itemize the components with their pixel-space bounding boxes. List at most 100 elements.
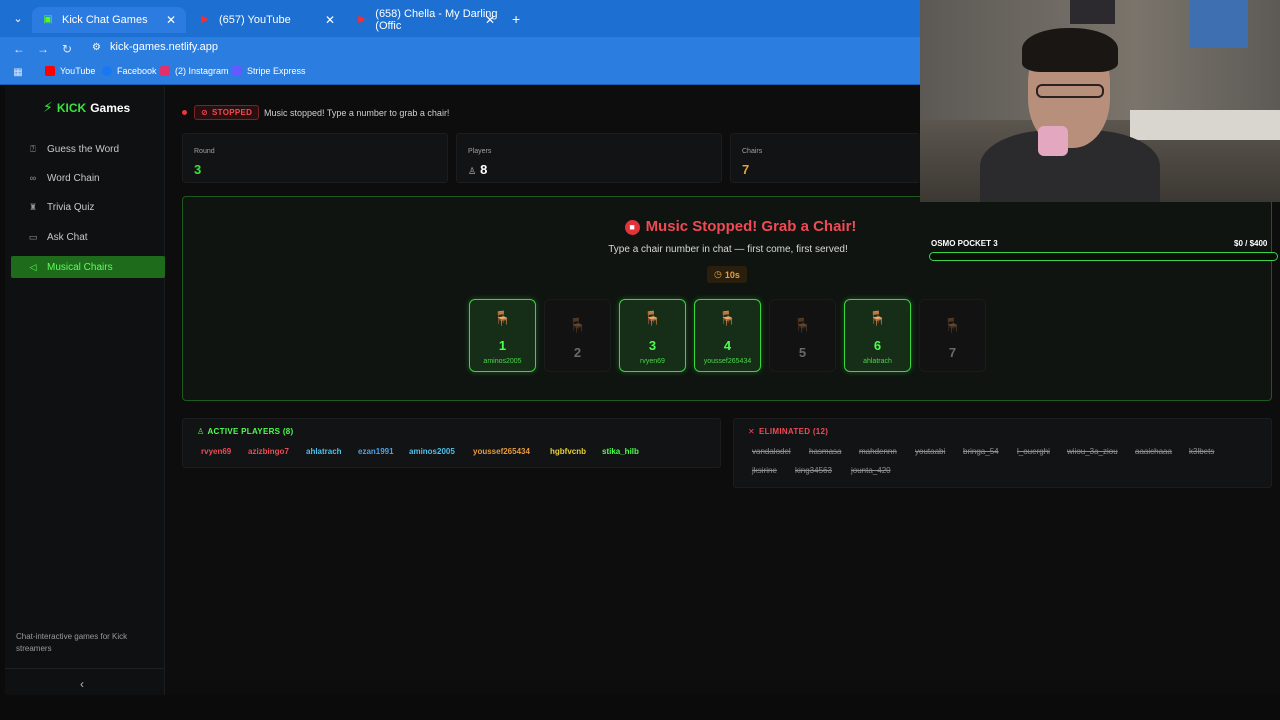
close-tab-icon[interactable]: ✕ [166, 13, 176, 27]
game-title: ■ Music Stopped! Grab a Chair! [183, 218, 1280, 235]
chair-2: 🪑 2 [544, 299, 611, 372]
chair-icon: 🪑 [643, 310, 662, 326]
active-player: youssef265434 [473, 447, 530, 456]
lightning-icon: ⚡ [43, 99, 53, 115]
chair-4: 🪑 4 youssef265434 [694, 299, 761, 372]
chair-icon: 🪑 [493, 310, 512, 326]
forward-icon[interactable]: → [35, 41, 51, 57]
webcam-poster [1070, 0, 1115, 24]
close-tab-icon[interactable]: ✕ [325, 13, 335, 27]
webcam-microphone [1038, 126, 1068, 156]
stat-card-round: Round 3 [182, 133, 448, 183]
stat-label: Players [468, 148, 492, 155]
tab-youtube[interactable]: ▶ (657) YouTube ✕ [189, 7, 345, 33]
stop-circle-icon: ⊘ [201, 108, 209, 117]
status-badge: ⊘ STOPPED [194, 105, 260, 120]
screen: ⌄ ▣ Kick Chat Games ✕ ▶ (657) YouTube ✕ … [0, 0, 1280, 720]
eliminated-player: jounta_420 [851, 466, 891, 475]
chair-7: 🪑 7 [919, 299, 986, 372]
speaker-icon: ◁ [29, 261, 37, 272]
stat-label: Round [194, 148, 215, 155]
bookmark-label: (2) Instagram [175, 66, 229, 76]
user-icon: ♙ [197, 427, 205, 436]
url-field[interactable]: kick-games.netlify.app [110, 41, 218, 53]
active-player: rvyen69 [201, 447, 232, 456]
facebook-icon [102, 66, 112, 76]
x-icon: ✕ [748, 427, 756, 436]
eliminated-player: wiiou_3a_ziou [1067, 447, 1118, 456]
active-players-title: ♙ ACTIVE PLAYERS (8) [197, 427, 294, 436]
brand-kick: KICK [56, 100, 87, 115]
sidebar-divider [5, 668, 164, 669]
sidebar-item-trivia-quiz[interactable]: ♜ Trivia Quiz [11, 196, 165, 218]
sidebar-item-label: Ask Chat [47, 231, 88, 243]
bookmark-youtube[interactable]: YouTube [45, 66, 95, 76]
sidebar-item-musical-chairs[interactable]: ◁ Musical Chairs [11, 256, 165, 278]
apps-grid-icon[interactable]: ▦ [10, 65, 26, 81]
chair-1: 🪑 1 aminos2005 [469, 299, 536, 372]
youtube-icon [45, 66, 55, 76]
eliminated-player: k3lbets [1189, 447, 1215, 456]
tab-youtube-song[interactable]: ▶ (658) Chella - My Darling (Offic ✕ [347, 7, 505, 33]
webcam-poster [1190, 0, 1248, 48]
chair-player: aminos2005 [483, 358, 522, 365]
sidebar-item-ask-chat[interactable]: ▭ Ask Chat [11, 226, 165, 248]
new-tab-icon[interactable]: + [512, 11, 520, 27]
goal-amount: $0 / $400 [1234, 239, 1268, 248]
back-icon[interactable]: ← [11, 41, 27, 57]
chair-number: 5 [798, 345, 807, 360]
tab-kick-chat-games[interactable]: ▣ Kick Chat Games ✕ [32, 7, 186, 33]
eliminated-player: youtaabi [915, 447, 946, 456]
bookmark-label: Stripe Express [247, 66, 306, 76]
sidebar-item-word-chain[interactable]: ∞ Word Chain [11, 167, 165, 189]
help-circle-icon: ⍰ [30, 143, 36, 154]
close-tab-icon[interactable]: ✕ [485, 13, 495, 27]
chair-icon: 🪑 [943, 317, 962, 333]
youtube-favicon-icon: ▶ [201, 14, 209, 25]
stat-value-wrap: ♙ 8 [468, 162, 487, 177]
collapse-sidebar-icon[interactable]: ‹ [80, 677, 84, 691]
active-player: ahlatrach [306, 447, 342, 456]
status-dot [182, 110, 187, 115]
tab-search-icon[interactable]: ⌄ [9, 10, 27, 28]
trophy-icon: ♜ [28, 201, 38, 212]
eliminated-title: ✕ ELIMINATED (12) [748, 427, 828, 436]
musical-chairs-panel: ■ Music Stopped! Grab a Chair! Type a cha… [182, 196, 1272, 401]
status-badge-label: STOPPED [212, 108, 253, 117]
status-message: Music stopped! Type a number to grab a c… [264, 108, 450, 118]
goal-label: OSMO POCKET 3 [931, 239, 998, 248]
bookmark-stripe[interactable]: Stripe Express [232, 66, 306, 76]
sidebar-item-guess-the-word[interactable]: ⍰ Guess the Word [11, 138, 165, 160]
bookmark-label: Facebook [117, 66, 157, 76]
site-info-icon[interactable]: ⚙ [92, 42, 101, 53]
chair-icon: 🪑 [718, 310, 737, 326]
eliminated-player: aaaichaaa [1135, 447, 1172, 456]
stat-value: 3 [194, 162, 202, 177]
sidebar-footer-text: Chat-interactive games for Kick streamer… [16, 632, 128, 653]
eliminated-panel: ✕ ELIMINATED (12) vandalodel hasmasa mahden… [733, 418, 1272, 488]
countdown-timer: ◷ 10s [707, 266, 747, 283]
sidebar-item-label: Trivia Quiz [47, 201, 95, 213]
bookmark-facebook[interactable]: Facebook [102, 66, 157, 76]
sidebar: ⚡ KICK Games ⍰ Guess the Word ∞ Word Chain… [5, 86, 165, 695]
tab-title: Kick Chat Games [62, 14, 148, 26]
eliminated-player: jksirine [752, 466, 777, 475]
brand-games: Games [90, 100, 131, 115]
reload-icon[interactable]: ↻ [59, 41, 75, 57]
bookmark-instagram[interactable]: (2) Instagram [160, 66, 229, 76]
active-player: aminos2005 [409, 447, 455, 456]
webcam-overlay [920, 0, 1280, 202]
brand-logo[interactable]: ⚡ KICK Games [43, 99, 130, 116]
chair-icon: 🪑 [793, 317, 812, 333]
youtube-favicon-icon: ▶ [358, 14, 366, 25]
clock-icon: ◷ [714, 269, 722, 279]
stat-label: Chairs [742, 148, 763, 155]
stat-card-chairs: Chairs 7 [730, 133, 920, 183]
webcam-table [1130, 110, 1280, 140]
chair-number: 7 [948, 345, 957, 360]
eliminated-title-text: ELIMINATED (12) [759, 427, 829, 436]
chair-player: rvyen69 [640, 358, 665, 365]
stop-icon: ■ [624, 220, 640, 235]
eliminated-player: king34563 [795, 466, 832, 475]
stripe-icon [232, 66, 242, 76]
